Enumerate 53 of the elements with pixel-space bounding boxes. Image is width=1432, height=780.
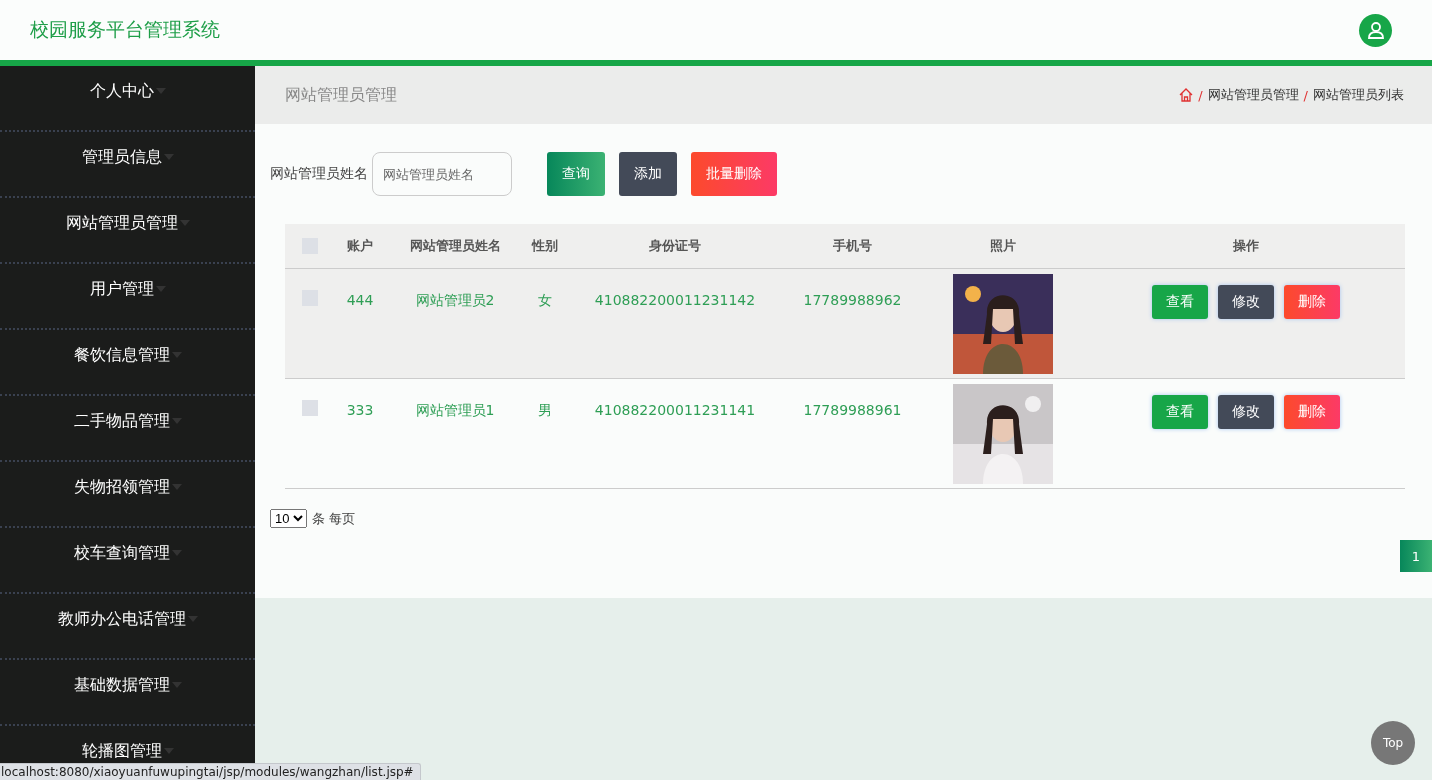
table-cell-text: 333 [345, 401, 375, 418]
caret-icon [171, 550, 182, 556]
breadcrumb-link[interactable]: 网站管理员管理 [1207, 86, 1299, 104]
caret-icon [155, 286, 166, 292]
delete-button[interactable]: 删除 [1283, 285, 1340, 319]
checkbox[interactable] [302, 400, 318, 416]
status-bar-url: localhost:8080/xiaoyuanfuwupingtai/jsp/modules/wangzhan/list.jsp# [0, 763, 421, 780]
sidebar-item[interactable]: 基础数据管理 [0, 660, 255, 726]
column-header: 账户 [346, 237, 374, 255]
caret-icon [179, 220, 190, 226]
caret-icon [163, 154, 174, 160]
edit-button[interactable]: 修改 [1217, 285, 1274, 319]
search-label: 网站管理员姓名 [270, 165, 368, 183]
table-cell-text: 网站管理员2 [414, 291, 496, 310]
column-header: 性别 [530, 237, 559, 255]
table-cell-text: 410882200011231142 [593, 291, 757, 308]
breadcrumb-link[interactable]: 网站管理员列表 [1313, 86, 1404, 104]
caret-icon [171, 682, 182, 688]
user-avatar-button[interactable] [1359, 13, 1392, 47]
breadcrumb-separator: / [1198, 87, 1203, 103]
page-size-label: 条 每页 [312, 509, 356, 528]
add-button[interactable]: 添加 [619, 152, 677, 196]
delete-button[interactable]: 批量删除 [691, 152, 777, 196]
caret-icon [171, 352, 182, 358]
home-icon[interactable] [1179, 88, 1194, 102]
table-cell-text: 17789988962 [802, 291, 903, 308]
page-size-select[interactable]: 10 [270, 509, 307, 528]
table-cell-text: 男 [537, 401, 553, 420]
user-icon [1366, 21, 1385, 39]
column-header: 网站管理员姓名 [408, 237, 502, 255]
caret-icon [163, 748, 174, 754]
caret-icon [187, 616, 198, 622]
search-button[interactable]: 查询 [547, 152, 605, 196]
table-cell-text: 女 [537, 291, 553, 310]
table-cell-text: 网站管理员1 [414, 401, 496, 420]
search-field[interactable]: 网站管理员姓名 [372, 152, 512, 196]
caret-icon [171, 418, 182, 424]
delete-button[interactable]: 删除 [1283, 395, 1340, 429]
caret-icon [155, 88, 166, 94]
table-cell-text: 444 [345, 291, 375, 308]
sidebar-item[interactable]: 教师办公电话管理 [0, 594, 255, 660]
edit-button[interactable]: 修改 [1217, 395, 1274, 429]
column-header: 照片 [989, 237, 1017, 255]
column-header: 身份证号 [648, 237, 702, 255]
column-header: 手机号 [832, 237, 873, 255]
app-title: 校园服务平台管理系统 [30, 17, 220, 42]
column-header: 操作 [1231, 237, 1260, 255]
table-cell-text: 410882200011231141 [593, 401, 757, 418]
caret-icon [171, 484, 182, 490]
back-to-top-button[interactable]: Top [1371, 721, 1415, 765]
table-cell-text: 17789988961 [802, 401, 903, 418]
page-title: 网站管理员管理 [285, 84, 397, 106]
breadcrumb-separator: / [1303, 87, 1308, 103]
